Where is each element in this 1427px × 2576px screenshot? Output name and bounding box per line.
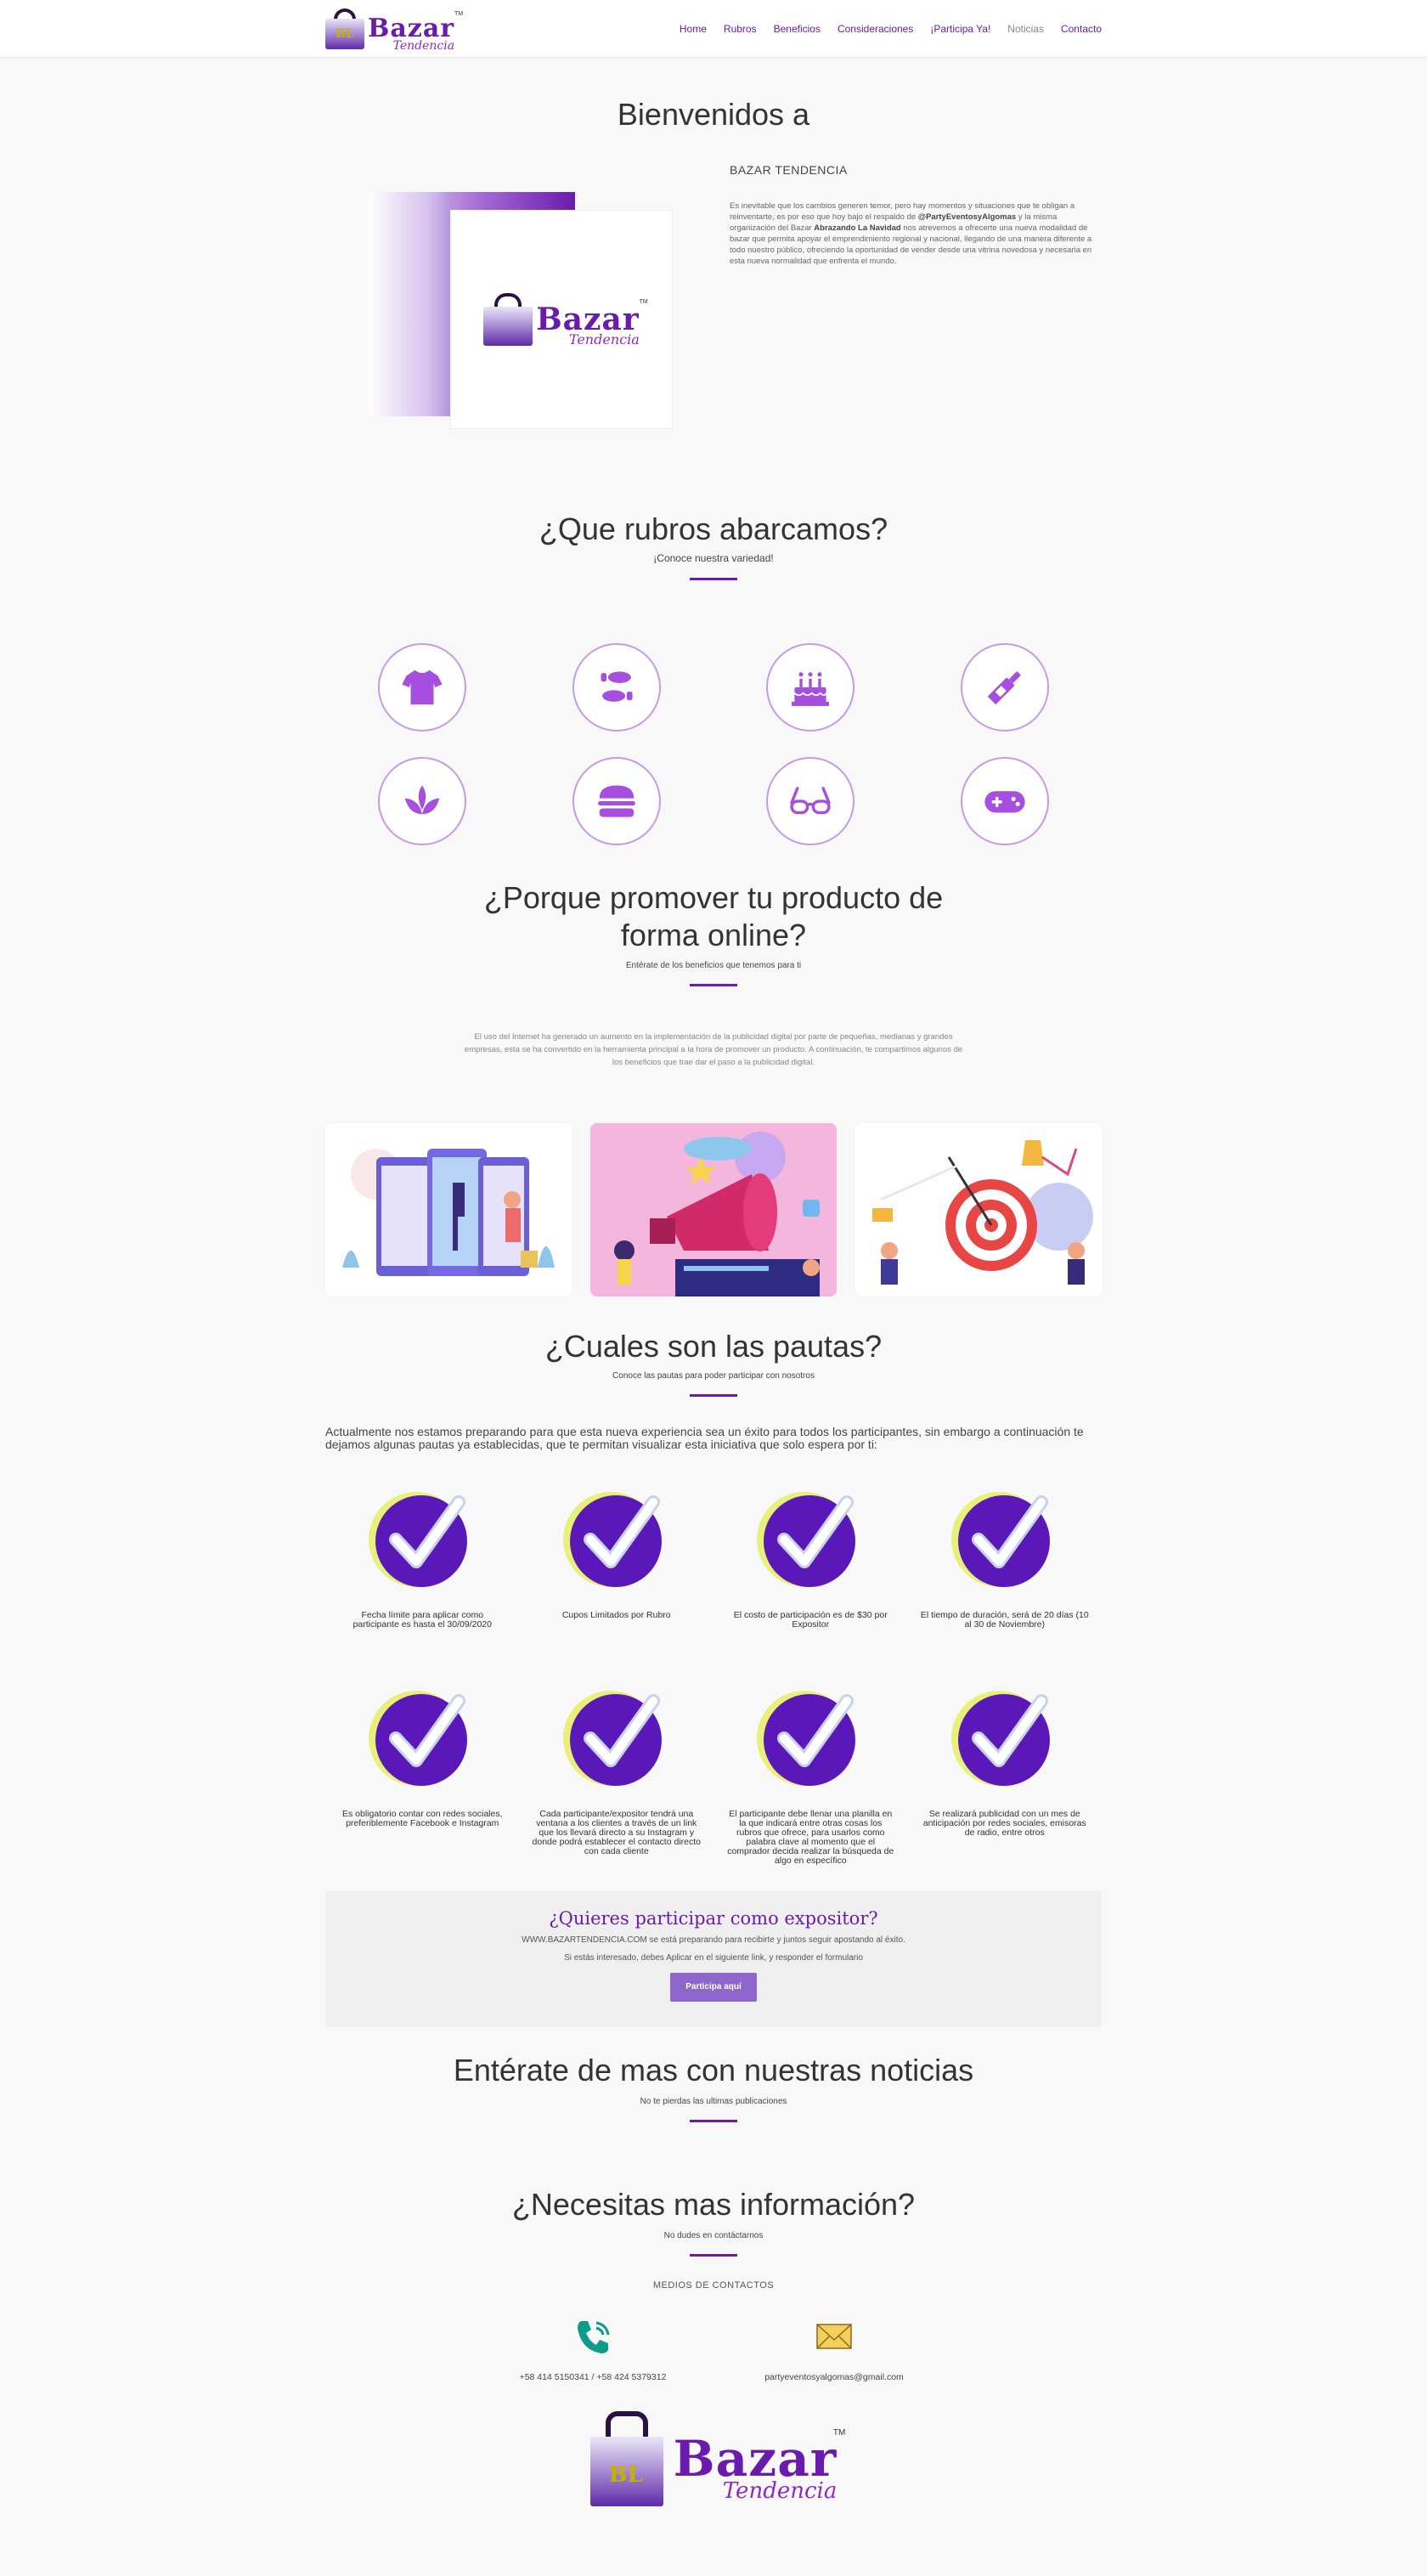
envelope-icon [816,2324,852,2349]
contacto-subtitle: No dudes en contáctarnos [663,2231,764,2240]
nav-noticias[interactable]: Noticias [1007,23,1044,35]
pautas-intro: Actualmente nos estamos preparando para … [325,1425,1084,1451]
glasses-icon[interactable] [766,757,855,845]
shopping-bag-icon: BL [589,2411,663,2506]
participa-line-2: Si estás interesado, debes Aplicar en el… [564,1953,863,1963]
rubros-section: ¿Que rubros abarcamos? ¡Conoce nuestra v… [325,511,1102,845]
shoe-prints-icon[interactable] [572,643,661,732]
nav-consideraciones[interactable]: Consideraciones [838,23,913,35]
pautas-section: ¿Cuales son las pautas? Conoce las pauta… [325,1329,1102,1866]
spa-icon[interactable] [378,757,467,845]
nav-contacto[interactable]: Contacto [1061,23,1102,35]
noticias-section: Entérate de mas con nuestras noticias No… [325,2053,1102,2122]
pautas-title: ¿Cuales son las pautas? [544,1329,883,1364]
nav-rubros[interactable]: Rubros [724,23,757,35]
pauta-item: Es obligatorio contar con redes sociales… [325,1686,520,1866]
phone-icon [578,2321,610,2353]
email-address: partyeventosyalgomas@gmail.com [764,2372,904,2382]
beneficios-title: ¿Porque promover tu producto de forma on… [483,880,944,952]
noticias-title: Entérate de mas con nuestras noticias [453,2053,974,2087]
shopping-bag-icon: BL [325,8,364,49]
rubros-grid [325,643,1102,845]
pauta-item: El participante debe llenar una planilla… [714,1686,908,1866]
checkmark-badge-icon [369,1492,468,1587]
main-nav: Home Rubros Beneficios Consideraciones ¡… [680,23,1102,35]
beneficios-section: ¿Porque promover tu producto de forma on… [325,879,1102,1296]
intro-text: BAZAR TENDENCIA Es inevitable que los ca… [682,156,1102,445]
contacto-section: ¿Necesitas mas información? No dudes en … [325,2187,1102,2382]
footer-logo: BL Bazar Tendencia TM [325,2411,1102,2506]
site-logo[interactable]: BL Bazar Tendencia TM [325,2,464,56]
nav-beneficios[interactable]: Beneficios [774,23,821,35]
rubros-title: ¿Que rubros abarcamos? [539,511,888,546]
section-divider [690,2120,737,2122]
online-shop-illustration [325,1123,572,1296]
shopping-bag-icon [483,293,533,346]
phone-numbers: +58 414 5150341 / +58 424 5379312 [519,2372,667,2382]
participa-title: ¿Quieres participar como expositor? [549,1908,878,1929]
beneficios-subtitle: Entérate de los beneficios que tenemos p… [625,961,802,970]
checkmark-badge-icon [369,1691,468,1786]
pauta-item: El tiempo de duración, será de 20 días (… [908,1487,1103,1648]
checkmark-badge-icon [950,1691,1050,1786]
megaphone-illustration [590,1123,837,1296]
participa-button[interactable]: Participa aquí [670,1973,757,2002]
checkmark-badge-icon [757,1691,856,1786]
beneficios-illustrations [325,1123,1102,1296]
nav-participa[interactable]: ¡Participa Ya! [930,23,990,35]
noticias-subtitle: No te pierdas las ultimas publicaciones [640,2097,787,2106]
section-divider [690,984,737,986]
pauta-item: Cada participante/expositor tendrá una v… [520,1686,714,1866]
welcome-title: Bienvenidos a [617,97,810,132]
participa-callout: ¿Quieres participar como expositor? WWW.… [325,1891,1102,2027]
checkmark-badge-icon [757,1492,856,1587]
intro-paragraph: Es inevitable que los cambios generen te… [730,201,1092,266]
contact-methods: +58 414 5150341 / +58 424 5379312 partye… [325,2316,1102,2382]
checkmark-badge-icon [562,1691,662,1786]
section-divider [690,1394,737,1397]
pauta-item: El costo de participación es de $30 por … [714,1487,908,1648]
section-divider [690,2254,737,2257]
wine-bottle-icon[interactable] [960,643,1049,732]
tshirt-icon[interactable] [378,643,467,732]
checkmark-badge-icon [950,1492,1050,1587]
contacto-title: ¿Necesitas mas información? [511,2187,916,2222]
intro-heading: BAZAR TENDENCIA [730,163,848,177]
beneficios-text: El uso del Internet ha generado un aumen… [464,1032,963,1067]
contact-email[interactable]: partyeventosyalgomas@gmail.com [753,2316,915,2382]
contacto-heading: MEDIOS DE CONTACTOS [652,2280,775,2291]
gamepad-icon[interactable] [960,757,1049,845]
pauta-item: Cupos Limitados por Rubro [520,1487,714,1648]
birthday-cake-icon[interactable] [766,643,855,732]
intro-section: Bazar Tendencia TM BAZAR TENDENCIA Es in… [325,156,1102,445]
checkmark-badge-icon [562,1492,662,1587]
pautas-subtitle: Conoce las pautas para poder participar … [612,1371,815,1381]
target-illustration [855,1123,1102,1296]
intro-logo-image: Bazar Tendencia TM [325,156,682,445]
nav-home[interactable]: Home [680,23,707,35]
hamburger-icon[interactable] [572,757,661,845]
pauta-item: Fecha límite para aplicar como participa… [325,1487,520,1648]
participa-line-1: WWW.BAZARTENDENCIA.COM se está preparand… [522,1935,905,1945]
pauta-item: Se realizará publicidad con un mes de an… [908,1686,1103,1866]
section-divider [690,578,737,580]
pautas-grid: Fecha límite para aplicar como participa… [325,1487,1102,1866]
contact-phone[interactable]: +58 414 5150341 / +58 424 5379312 [512,2316,674,2382]
rubros-subtitle: ¡Conoce nuestra variedad! [653,552,774,564]
site-header: BL Bazar Tendencia TM Home Rubros Benefi… [0,0,1427,58]
brand-wordmark: Bazar Tendencia TM [368,11,464,53]
